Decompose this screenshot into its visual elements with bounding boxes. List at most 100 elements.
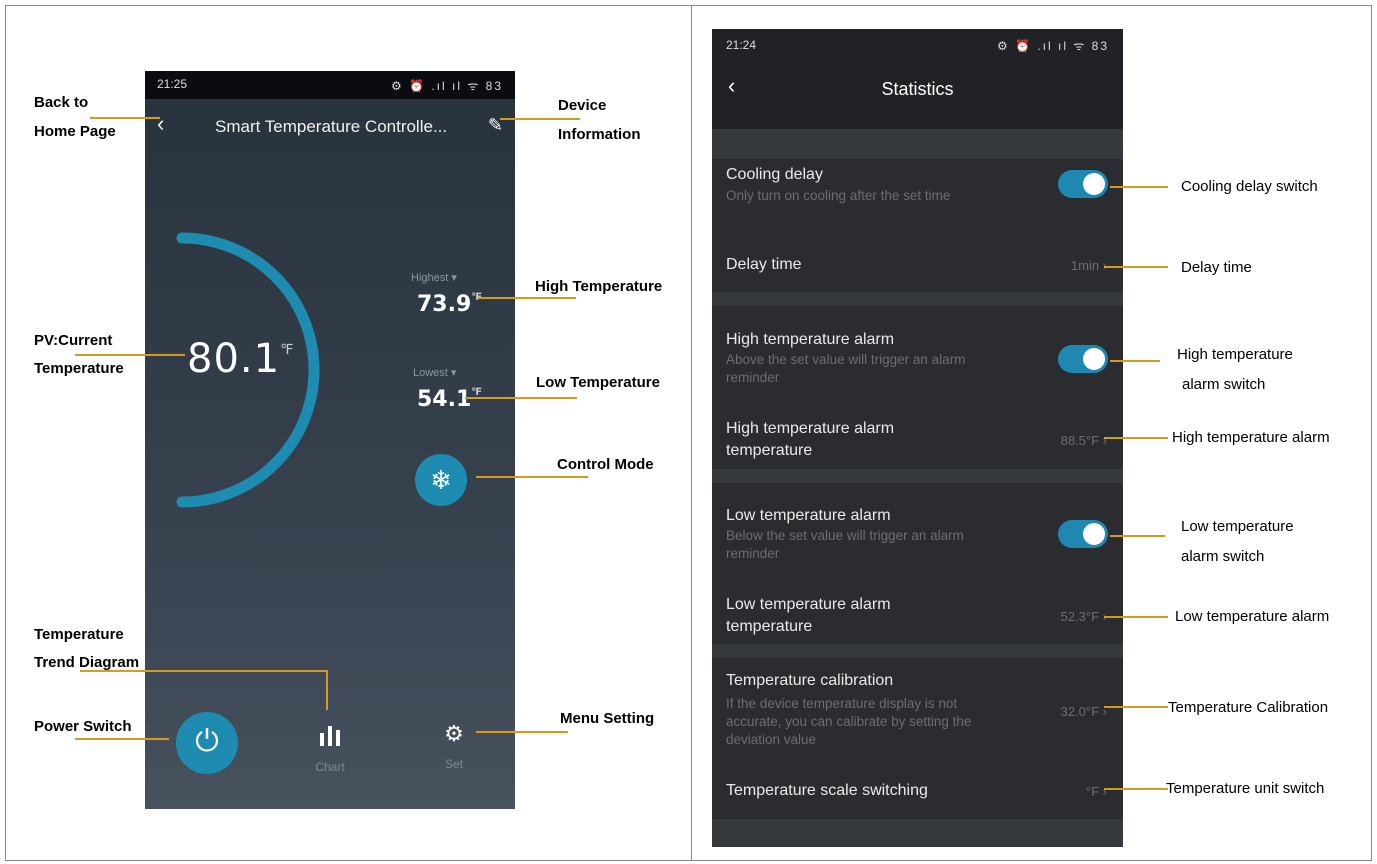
status-time: 21:25	[157, 77, 188, 91]
annotation-low-alarm-switch-1: Low temperature	[1181, 518, 1294, 535]
main-screen: 21:25 ⚙ ⏰ .ıl ıl ᯤ 83 ‹ Smart Temperatur…	[145, 71, 515, 809]
highest-temperature: 73.9℉	[417, 292, 482, 317]
lowest-label[interactable]: Lowest ▾	[413, 366, 456, 379]
scale-switching-title: Temperature scale switching	[726, 782, 928, 799]
callout-line	[75, 354, 185, 356]
section-separator	[712, 129, 1123, 159]
highest-label[interactable]: Highest ▾	[411, 271, 457, 284]
callout-line	[90, 117, 160, 119]
pv-value: 80.1	[187, 336, 281, 382]
status-icons: ⚙ ⏰ .ıl ıl ᯤ 83	[390, 79, 503, 93]
high-alarm-temp-value[interactable]: 88.5°F ›	[1061, 433, 1107, 448]
callout-line	[1104, 788, 1168, 790]
high-alarm-subtitle-1: Above the set value will trigger an alar…	[726, 352, 966, 367]
calibration-subtitle-1: If the device temperature display is not	[726, 696, 958, 711]
section-separator	[712, 292, 1123, 306]
annotation-power-switch: Power Switch	[34, 718, 132, 735]
delay-time-value[interactable]: 1min ›	[1071, 258, 1107, 273]
annotation-control-mode: Control Mode	[557, 456, 654, 473]
annotation-low-alarm: Low temperature alarm	[1175, 608, 1330, 625]
callout-line	[75, 738, 169, 740]
set-label: Set	[444, 757, 463, 771]
status-icons: ⚙ ⏰ .ıl ıl ᯤ 83	[996, 39, 1109, 53]
device-title: Smart Temperature Controlle...	[215, 117, 448, 136]
annotation-delay-time: Delay time	[1181, 259, 1252, 276]
callout-line	[80, 670, 327, 672]
low-alarm-temp-title-1: Low temperature alarm	[726, 596, 891, 613]
annotation-trend-1: Temperature	[34, 626, 124, 643]
section-separator	[712, 644, 1123, 658]
annotation-cooling-delay-switch: Cooling delay switch	[1181, 178, 1318, 195]
cooling-delay-title: Cooling delay	[726, 166, 823, 183]
callout-line	[1110, 360, 1160, 362]
annotation-calibration: Temperature Calibration	[1168, 699, 1329, 716]
pv-unit: ℉	[280, 342, 295, 358]
low-alarm-title: Low temperature alarm	[726, 507, 891, 524]
annotation-back-1: Back to	[34, 94, 89, 111]
cooling-delay-subtitle: Only turn on cooling after the set time	[726, 188, 951, 203]
calibration-value[interactable]: 32.0°F ›	[1061, 704, 1107, 719]
chart-label: Chart	[315, 760, 345, 774]
toggle-knob	[1083, 348, 1105, 370]
annotation-trend-2: Trend Diagram	[34, 654, 140, 671]
annotation-device-info-2: Information	[558, 126, 641, 143]
low-alarm-toggle[interactable]	[1058, 520, 1108, 548]
annotation-device-info-1: Device	[558, 97, 607, 114]
callout-line	[1110, 535, 1165, 537]
cooling-delay-toggle[interactable]	[1058, 170, 1108, 198]
chart-button[interactable]: Chart	[305, 721, 355, 774]
page-title: Statistics	[881, 79, 954, 99]
high-alarm-temp-title-1: High temperature alarm	[726, 420, 895, 437]
annotation-low-alarm-switch-2: alarm switch	[1181, 548, 1265, 565]
status-time: 21:24	[726, 38, 757, 52]
control-mode-button[interactable]: ❄	[415, 454, 467, 506]
low-alarm-subtitle-2: reminder	[726, 546, 780, 561]
power-icon: ⏻	[195, 725, 219, 758]
snowflake-icon: ❄	[430, 465, 452, 495]
callout-line	[465, 397, 577, 399]
panel-divider	[691, 5, 692, 861]
annotation-high-alarm: High temperature alarm	[1172, 429, 1330, 446]
callout-line	[478, 297, 576, 299]
annotation-high-alarm-switch-1: High temperature	[1177, 346, 1293, 363]
high-alarm-subtitle-2: reminder	[726, 370, 780, 385]
calibration-subtitle-3: deviation value	[726, 732, 817, 747]
current-temperature: 80.1℉	[187, 336, 294, 382]
annotation-unit-switch: Temperature unit switch	[1166, 780, 1325, 797]
callout-line	[1104, 266, 1168, 268]
back-icon[interactable]: ‹	[157, 111, 164, 137]
annotation-menu-setting: Menu Setting	[560, 710, 655, 727]
bar-chart-icon	[320, 726, 340, 746]
callout-line	[326, 670, 328, 710]
lowest-value: 54.1	[417, 387, 472, 412]
annotation-pv-2: Temperature	[34, 360, 124, 377]
calibration-title: Temperature calibration	[726, 672, 894, 689]
annotation-high-alarm-switch-2: alarm switch	[1182, 376, 1266, 393]
callout-line	[476, 731, 568, 733]
callout-line	[1104, 437, 1168, 439]
highest-value: 73.9	[417, 292, 472, 317]
annotation-back-2: Home Page	[34, 123, 116, 140]
low-alarm-subtitle-1: Below the set value will trigger an alar…	[726, 528, 964, 543]
high-alarm-temp-title-2: temperature	[726, 442, 813, 459]
high-alarm-toggle[interactable]	[1058, 345, 1108, 373]
section-separator	[712, 469, 1123, 483]
toggle-knob	[1083, 523, 1105, 545]
callout-line	[500, 118, 580, 120]
high-alarm-title: High temperature alarm	[726, 331, 895, 348]
status-bar: 21:24 ⚙ ⏰ .ıl ıl ᯤ 83	[712, 29, 1123, 59]
callout-line	[1104, 706, 1168, 708]
status-bar: 21:25 ⚙ ⏰ .ıl ıl ᯤ 83	[145, 71, 515, 99]
settings-button[interactable]: ⚙ Set	[429, 721, 479, 771]
annotation-pv-1: PV:Current	[34, 332, 113, 349]
power-button[interactable]: ⏻	[176, 712, 238, 774]
statistics-screen: 21:24 ⚙ ⏰ .ıl ıl ᯤ 83 ‹ Statistics Cooli…	[712, 29, 1123, 847]
scale-switching-value[interactable]: °F ›	[1086, 784, 1107, 799]
annotation-low-temp: Low Temperature	[536, 374, 660, 391]
callout-line	[476, 476, 588, 478]
gear-icon: ⚙	[444, 721, 464, 746]
low-alarm-temp-value[interactable]: 52.3°F ›	[1061, 609, 1107, 624]
section-separator	[712, 819, 1123, 847]
toggle-knob	[1083, 173, 1105, 195]
delay-time-title: Delay time	[726, 256, 802, 273]
